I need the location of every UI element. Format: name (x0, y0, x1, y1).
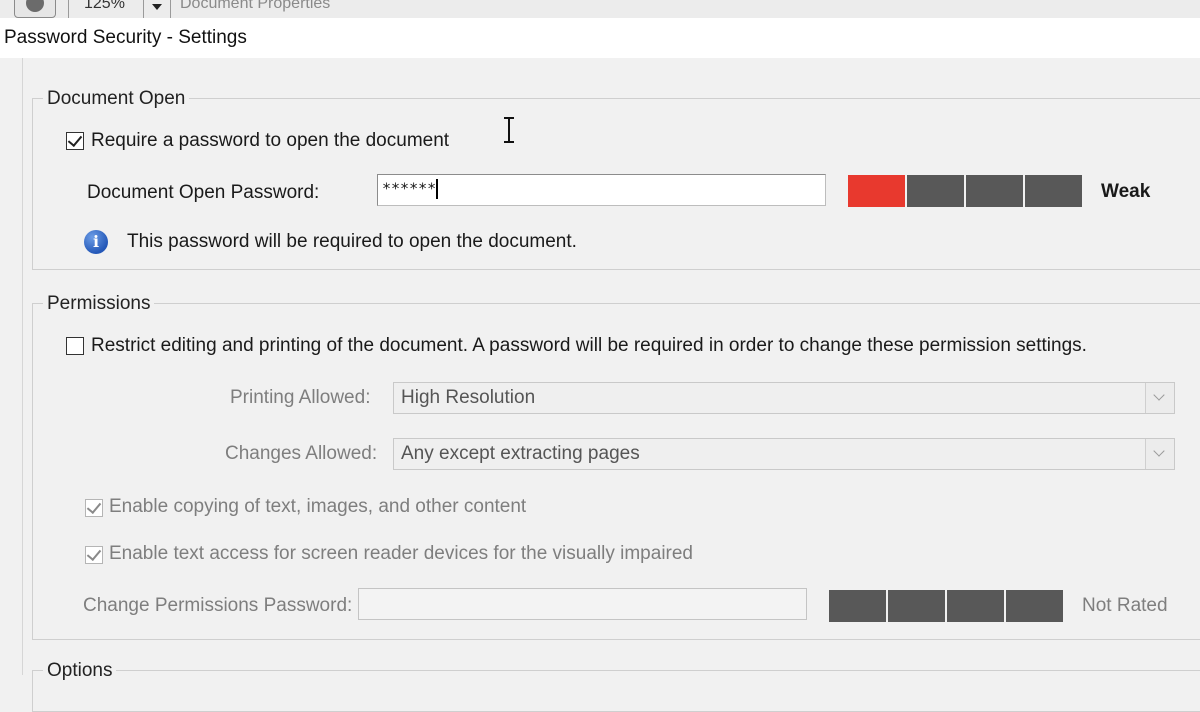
options-legend: Options (43, 660, 117, 682)
enable-copying-checkbox[interactable] (85, 498, 103, 517)
zoom-level[interactable]: 125% (84, 0, 125, 13)
change-permissions-password-label: Change Permissions Password: (83, 595, 353, 616)
enable-screen-reader-checkbox[interactable] (85, 545, 103, 564)
document-open-password-label: Document Open Password: (87, 182, 320, 203)
options-group: Options (32, 660, 1200, 712)
document-open-info-text: This password will be required to open t… (127, 231, 577, 252)
change-permissions-password-input[interactable] (358, 588, 807, 620)
restrict-editing-label[interactable]: Restrict editing and printing of the doc… (91, 335, 1087, 357)
permissions-legend: Permissions (43, 293, 155, 315)
printing-allowed-value: High Resolution (401, 387, 536, 408)
info-icon: i (84, 230, 108, 254)
strength-segment (907, 175, 964, 207)
toolbar-separator (143, 0, 144, 18)
document-open-group: Document Open Require a password to open… (32, 88, 1200, 270)
chevron-down-icon (1153, 445, 1165, 457)
plus-circle-icon (26, 0, 44, 12)
ibeam-cursor-icon (503, 117, 515, 143)
left-border (22, 58, 23, 675)
enable-copying-label[interactable]: Enable copying of text, images, and othe… (109, 496, 526, 518)
changes-allowed-label: Changes Allowed: (225, 443, 378, 464)
chevron-down-icon (1153, 389, 1165, 401)
strength-segment (888, 590, 945, 622)
require-password-checkbox[interactable] (66, 131, 84, 150)
printing-allowed-select[interactable]: High Resolution (393, 382, 1175, 414)
toolbar-separator (170, 0, 171, 18)
strength-segment (1006, 590, 1063, 622)
checkmark-icon (86, 498, 102, 515)
checkmark-icon (67, 131, 83, 148)
restrict-editing-checkbox[interactable] (66, 337, 84, 355)
permissions-group: Permissions Restrict editing and printin… (32, 293, 1200, 640)
document-open-legend: Document Open (43, 88, 190, 110)
strength-segment (829, 590, 886, 622)
zoom-dropdown-arrow-icon[interactable] (152, 4, 162, 10)
changes-allowed-value: Any except extracting pages (401, 443, 640, 464)
document-open-strength-label: Weak (1101, 181, 1151, 202)
document-properties-label[interactable]: Document Properties (180, 0, 330, 13)
text-caret (436, 179, 439, 199)
permissions-strength-meter (829, 590, 1063, 622)
changes-allowed-select[interactable]: Any except extracting pages (393, 438, 1175, 470)
document-open-strength-meter (848, 175, 1082, 207)
dialog-titlebar: Password Security - Settings (0, 18, 1200, 58)
toolbar: 125% Document Properties (0, 0, 1200, 19)
strength-segment (1025, 175, 1082, 207)
strength-segment (966, 175, 1023, 207)
document-open-password-input[interactable]: ****** (377, 174, 826, 206)
dialog-content: Document Open Require a password to open… (0, 58, 1200, 712)
dialog-title: Password Security - Settings (4, 27, 247, 48)
strength-segment (848, 175, 905, 207)
changes-allowed-dropdown-button[interactable] (1145, 439, 1174, 469)
checkmark-icon (86, 545, 102, 562)
permissions-strength-label: Not Rated (1082, 595, 1168, 616)
strength-segment (947, 590, 1004, 622)
toolbar-add-button[interactable] (14, 0, 56, 18)
require-password-label[interactable]: Require a password to open the document (91, 130, 449, 152)
password-value: ****** (382, 179, 437, 198)
enable-screen-reader-label[interactable]: Enable text access for screen reader dev… (109, 543, 693, 565)
toolbar-separator (68, 0, 69, 18)
printing-allowed-dropdown-button[interactable] (1145, 383, 1174, 413)
printing-allowed-label: Printing Allowed: (230, 387, 371, 408)
